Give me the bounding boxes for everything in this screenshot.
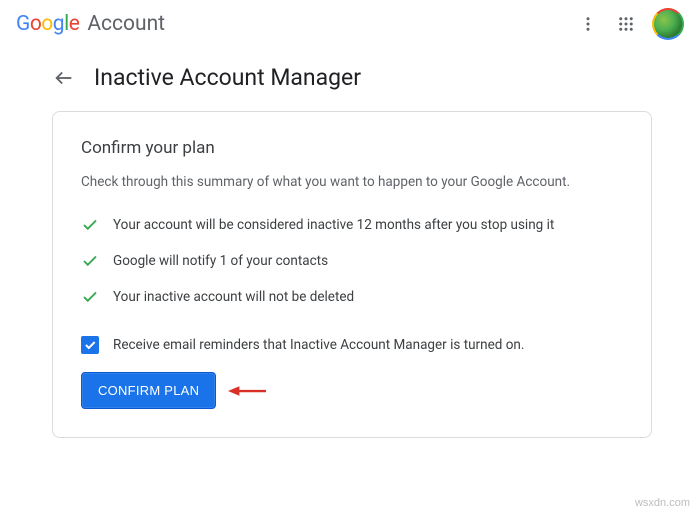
- app-header: Google Account: [0, 0, 700, 48]
- back-arrow-icon[interactable]: [52, 66, 76, 90]
- reminder-checkbox-row: Receive email reminders that Inactive Ac…: [81, 336, 623, 354]
- summary-item: Your inactive account will not be delete…: [81, 288, 623, 306]
- logo-letter: o: [30, 12, 41, 36]
- summary-text: Your account will be considered inactive…: [113, 217, 554, 233]
- reminder-checkbox-label: Receive email reminders that Inactive Ac…: [113, 337, 524, 353]
- page-title: Inactive Account Manager: [94, 64, 361, 91]
- summary-item: Your account will be considered inactive…: [81, 216, 623, 234]
- card-heading: Confirm your plan: [81, 138, 623, 158]
- check-icon: [81, 216, 99, 234]
- logo-letter: e: [69, 12, 80, 36]
- confirm-plan-button[interactable]: CONFIRM PLAN: [81, 372, 216, 409]
- summary-text: Google will notify 1 of your contacts: [113, 253, 328, 269]
- check-icon: [81, 252, 99, 270]
- summary-list: Your account will be considered inactive…: [81, 216, 623, 306]
- summary-item: Google will notify 1 of your contacts: [81, 252, 623, 270]
- card-subtext: Check through this summary of what you w…: [81, 172, 623, 192]
- google-logo[interactable]: Google: [16, 12, 79, 36]
- logo-letter: g: [53, 12, 64, 36]
- watermark: wsxdn.com: [635, 497, 690, 509]
- reminder-checkbox[interactable]: [81, 336, 99, 354]
- action-row: CONFIRM PLAN: [81, 372, 623, 409]
- more-icon[interactable]: [576, 12, 600, 36]
- apps-grid-icon[interactable]: [614, 12, 638, 36]
- check-icon: [81, 288, 99, 306]
- logo-letter: G: [16, 12, 30, 36]
- summary-text: Your inactive account will not be delete…: [113, 289, 354, 305]
- confirm-plan-card: Confirm your plan Check through this sum…: [52, 111, 652, 438]
- header-right: [576, 8, 684, 40]
- page-title-row: Inactive Account Manager: [0, 48, 700, 111]
- account-label: Account: [87, 12, 165, 36]
- annotation-arrow-icon: [228, 384, 266, 398]
- avatar[interactable]: [652, 8, 684, 40]
- logo-letter: o: [41, 12, 52, 36]
- header-left: Google Account: [16, 12, 165, 36]
